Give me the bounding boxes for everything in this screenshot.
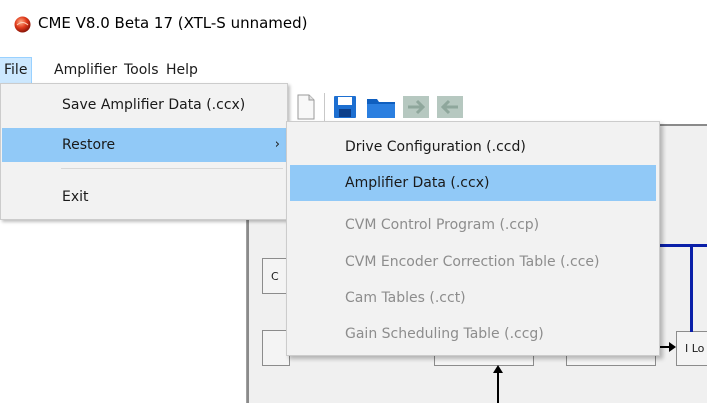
navigation-pane[interactable]: [0, 220, 247, 403]
signal-line: [655, 244, 707, 247]
current-loop-block[interactable]: I Lo: [676, 331, 707, 366]
menu-tools[interactable]: Tools: [120, 58, 163, 83]
menu-file[interactable]: File: [0, 57, 33, 84]
submenu-item-cvm-encoder-correction-table: CVM Encoder Correction Table (.cce): [345, 254, 600, 270]
toolbar: [247, 83, 707, 123]
menu-item-save-amplifier-data[interactable]: Save Amplifier Data (.ccx): [2, 88, 286, 122]
submenu-item-cam-tables: Cam Tables (.cct): [345, 290, 466, 306]
restore-submenu: Drive Configuration (.ccd) Amplifier Dat…: [286, 121, 660, 356]
submenu-item-amplifier-data[interactable]: Amplifier Data (.ccx): [290, 165, 656, 201]
arrow-right-icon[interactable]: [402, 94, 430, 120]
arrow-left-icon[interactable]: [436, 94, 464, 120]
menu-item-exit[interactable]: Exit: [2, 180, 286, 214]
menu-amplifier[interactable]: Amplifier: [50, 58, 121, 83]
signal-line: [690, 244, 693, 332]
menu-bar: File Amplifier Tools Help: [0, 57, 707, 84]
folder-icon[interactable]: [366, 94, 396, 120]
window-title: CME V8.0 Beta 17 (XTL-S unnamed): [38, 14, 308, 32]
feedback-arrow-icon: [493, 365, 503, 403]
save-disk-icon[interactable]: [333, 94, 357, 120]
toolbar-separator: [324, 93, 325, 121]
menu-item-label: Restore: [62, 137, 116, 153]
menu-help[interactable]: Help: [162, 58, 202, 83]
chevron-right-icon: ›: [274, 137, 280, 152]
submenu-item-drive-configuration[interactable]: Drive Configuration (.ccd): [290, 129, 656, 165]
file-menu: Save Amplifier Data (.ccx) Restore › Exi…: [0, 83, 288, 220]
app-icon: [14, 16, 31, 33]
submenu-item-gain-scheduling-table: Gain Scheduling Table (.ccg): [345, 326, 544, 342]
menu-item-restore[interactable]: Restore ›: [2, 128, 286, 162]
document-icon[interactable]: [296, 94, 316, 120]
menu-separator: [61, 168, 283, 169]
submenu-item-cvm-control-program: CVM Control Program (.ccp): [345, 217, 540, 233]
